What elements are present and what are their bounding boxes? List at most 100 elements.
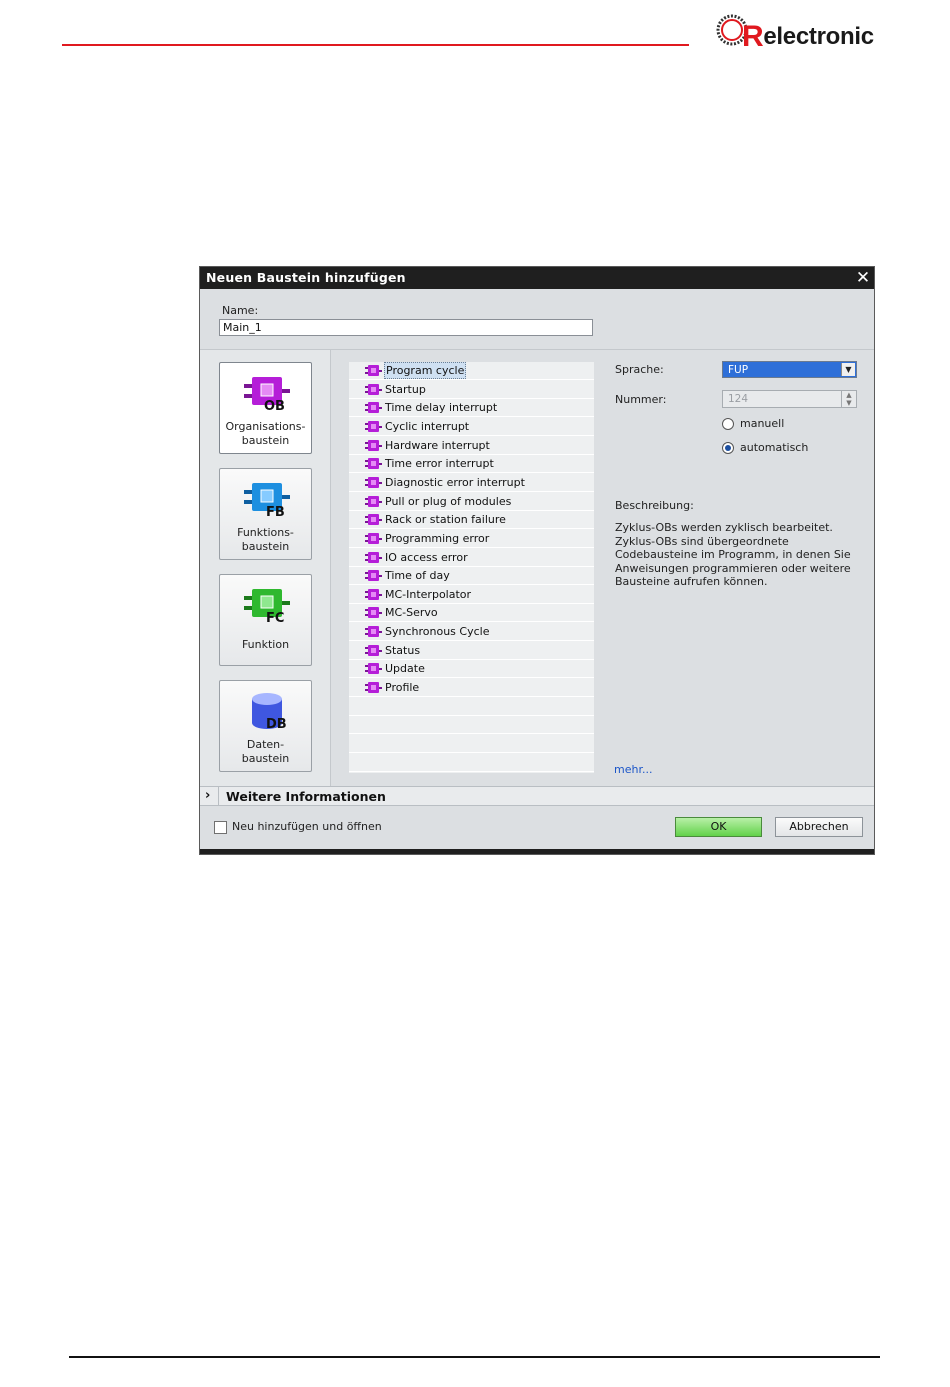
ob-small-icon: [365, 514, 382, 526]
list-item-label: Synchronous Cycle: [385, 625, 490, 639]
block-type-label: Funktions-: [237, 526, 294, 539]
close-icon[interactable]: ✕: [854, 269, 872, 287]
add-block-dialog: Neuen Baustein hinzufügen ✕ Name: Main_1…: [199, 266, 875, 855]
divider: [218, 787, 219, 805]
more-link[interactable]: mehr...: [614, 763, 652, 776]
radio-automatic-label: automatisch: [740, 441, 809, 454]
list-item[interactable]: Cyclic interrupt: [349, 418, 594, 436]
list-item[interactable]: Update: [349, 660, 594, 679]
add-and-open-label: Neu hinzufügen und öffnen: [232, 820, 382, 833]
list-item-label: Startup: [385, 382, 426, 396]
block-type-column: OB Organisations- baustein FB Funktions-…: [200, 350, 331, 786]
list-item-label: Cyclic interrupt: [385, 419, 470, 433]
list-item[interactable]: Program cycle: [349, 362, 594, 380]
list-item[interactable]: MC-Servo: [349, 604, 594, 623]
list-item-label: Rack or station failure: [385, 513, 506, 527]
list-item[interactable]: MC-Interpolator: [349, 586, 594, 604]
block-type-label: baustein: [241, 540, 290, 553]
ob-small-icon: [365, 551, 382, 563]
list-item: [349, 735, 594, 753]
block-type-label: Funktion: [241, 638, 290, 651]
number-input: 124 ▲ ▼: [722, 390, 857, 408]
number-label: Nummer:: [615, 393, 667, 406]
name-label: Name:: [222, 304, 259, 317]
ob-small-icon: [365, 626, 382, 638]
list-item-label: Hardware interrupt: [385, 438, 490, 452]
ob-small-icon: [365, 383, 382, 395]
list-item-label: Diagnostic error interrupt: [385, 475, 525, 489]
dialog-bottom-bar: [200, 849, 874, 854]
list-item[interactable]: Time error interrupt: [349, 455, 594, 474]
add-and-open-checkbox[interactable]: [214, 821, 227, 834]
list-item-label: Update: [385, 662, 425, 676]
ob-small-icon: [365, 458, 382, 470]
block-type-fc-button[interactable]: FC Funktion: [219, 574, 312, 666]
list-item[interactable]: Diagnostic error interrupt: [349, 474, 594, 492]
list-item: [349, 698, 594, 716]
block-type-ob-button[interactable]: OB Organisations- baustein: [219, 362, 312, 454]
ob-small-icon: [365, 588, 382, 600]
ob-small-icon: [365, 476, 382, 488]
language-select[interactable]: FUP ▼: [722, 361, 857, 378]
list-item-label: Status: [385, 643, 421, 657]
chevron-right-icon: ›: [205, 788, 211, 803]
list-item[interactable]: Status: [349, 642, 594, 660]
ob-small-icon: [365, 402, 382, 414]
ob-small-icon: [365, 607, 382, 619]
name-input[interactable]: Main_1: [219, 319, 593, 336]
block-type-label: baustein: [241, 752, 290, 765]
logo-wordmark: Relectronic: [742, 20, 874, 53]
dialog-title: Neuen Baustein hinzufügen: [200, 267, 874, 289]
description-text: Zyklus-OBs werden zyklisch bearbeitet. Z…: [615, 521, 851, 589]
list-item-label: MC-Interpolator: [385, 587, 472, 601]
list-item[interactable]: Startup: [349, 381, 594, 399]
list-item-label: Time error interrupt: [385, 457, 494, 471]
list-item[interactable]: Synchronous Cycle: [349, 623, 594, 642]
more-information-label: Weitere Informationen: [226, 789, 386, 804]
list-item-label: Program cycle: [384, 362, 467, 379]
list-item[interactable]: Time of day: [349, 567, 594, 586]
ok-button[interactable]: OK: [675, 817, 762, 837]
list-item[interactable]: Profile: [349, 679, 594, 698]
radio-manual[interactable]: [722, 418, 734, 430]
list-item[interactable]: IO access error: [349, 549, 594, 567]
list-item[interactable]: Rack or station failure: [349, 511, 594, 530]
ob-type-list: Program cycle Startup Time delay interrupt…: [349, 362, 594, 773]
dropdown-arrow-icon[interactable]: ▼: [841, 363, 855, 376]
language-value: FUP: [728, 364, 749, 376]
ob-small-icon: [365, 682, 382, 694]
more-information-expander[interactable]: › Weitere Informationen: [200, 786, 874, 806]
db-badge: DB: [266, 717, 287, 732]
tr-electronic-logo: Relectronic: [716, 12, 876, 53]
ob-small-icon: [365, 420, 382, 432]
block-type-db-button[interactable]: DB Daten- baustein: [219, 680, 312, 772]
list-item-label: Time of day: [385, 569, 450, 583]
list-item-label: Pull or plug of modules: [385, 494, 512, 508]
ob-small-icon: [365, 495, 382, 507]
ob-small-icon: [365, 570, 382, 582]
block-type-fb-button[interactable]: FB Funktions- baustein: [219, 468, 312, 560]
number-value: 124: [728, 393, 749, 405]
radio-automatic[interactable]: [722, 442, 734, 454]
cancel-button[interactable]: Abbrechen: [775, 817, 863, 837]
list-item-label: IO access error: [385, 550, 468, 564]
block-type-label: baustein: [241, 434, 290, 447]
block-type-label: Daten-: [246, 738, 285, 751]
list-item: [349, 716, 594, 735]
list-item-label: MC-Servo: [385, 606, 438, 620]
list-item[interactable]: Pull or plug of modules: [349, 493, 594, 511]
radio-manual-label: manuell: [740, 417, 785, 430]
list-item[interactable]: Time delay interrupt: [349, 399, 594, 418]
block-type-label: Organisations-: [225, 420, 306, 433]
list-item[interactable]: Hardware interrupt: [349, 437, 594, 455]
list-item-label: Time delay interrupt: [385, 401, 498, 415]
ob-small-icon: [365, 439, 382, 451]
language-label: Sprache:: [615, 363, 664, 376]
list-item: [349, 754, 594, 772]
list-item[interactable]: Programming error: [349, 530, 594, 548]
footer-rule: [69, 1356, 880, 1358]
spinner-icon: ▲ ▼: [841, 391, 856, 407]
ob-badge: OB: [264, 399, 285, 414]
fb-badge: FB: [266, 505, 285, 520]
ob-small-icon: [365, 644, 382, 656]
